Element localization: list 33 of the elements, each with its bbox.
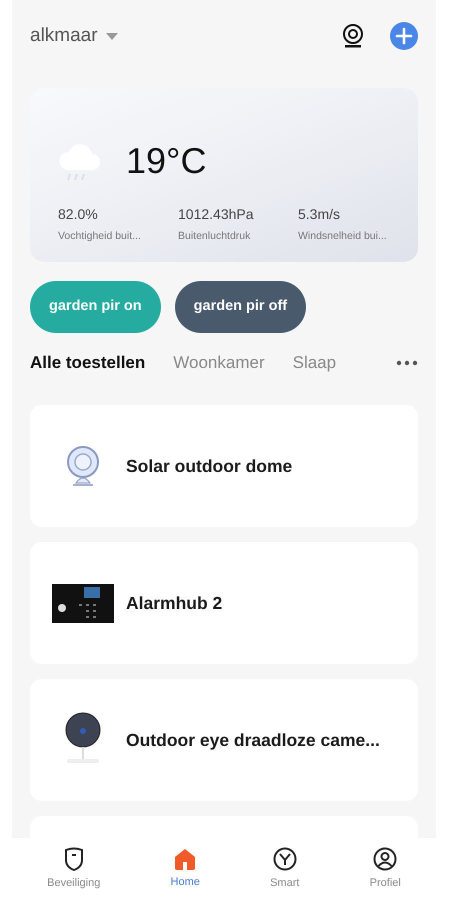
scene-button[interactable]: garden pir off <box>174 281 306 333</box>
stat-value: 1012.43hPa <box>178 205 255 224</box>
device-card[interactable]: Solar outdoor dome <box>30 405 418 527</box>
stat-value: 5.3m/s <box>298 205 342 224</box>
shield-icon <box>62 846 85 871</box>
more-icon[interactable] <box>396 360 418 366</box>
device-name: Solar outdoor dome <box>126 454 292 478</box>
nav-tab[interactable]: Beveiliging <box>47 874 100 892</box>
stat-value: 82.0% <box>58 205 99 224</box>
device-name: Alarmhub 2 <box>126 592 222 615</box>
room-tab[interactable]: Slaap <box>292 350 336 376</box>
stat-label: Windsnelheid bui... <box>298 229 388 244</box>
room-tab[interactable]: Woonkamer <box>173 350 265 376</box>
device-card[interactable]: Alarmhub 2 <box>30 542 418 664</box>
room-tab[interactable]: Alle toestellen <box>30 350 146 376</box>
smart-icon <box>272 846 297 871</box>
stat-label: Buitenluchtdruk <box>178 229 252 244</box>
device-name: Outdoor eye draadloze came... <box>126 728 380 752</box>
nav-tab[interactable]: Home <box>170 874 200 890</box>
temperature: 19°C <box>126 139 206 183</box>
stat-label: Vochtigheid buit... <box>58 229 142 244</box>
home-name[interactable]: alkmaar <box>30 22 98 50</box>
caret-icon[interactable] <box>106 32 118 40</box>
scene-button[interactable]: garden pir on <box>30 281 161 333</box>
camera-icon <box>66 445 100 487</box>
add-icon[interactable] <box>390 22 418 50</box>
nav-tab[interactable]: Smart <box>270 874 300 892</box>
nav-tab[interactable]: Profiel <box>370 874 401 892</box>
camera-icon[interactable] <box>342 24 364 48</box>
alarm-panel-icon <box>52 584 114 622</box>
profile-icon <box>373 846 398 871</box>
device-card[interactable]: Outdoor eye draadloze came... <box>30 679 418 801</box>
home-icon <box>174 848 196 870</box>
